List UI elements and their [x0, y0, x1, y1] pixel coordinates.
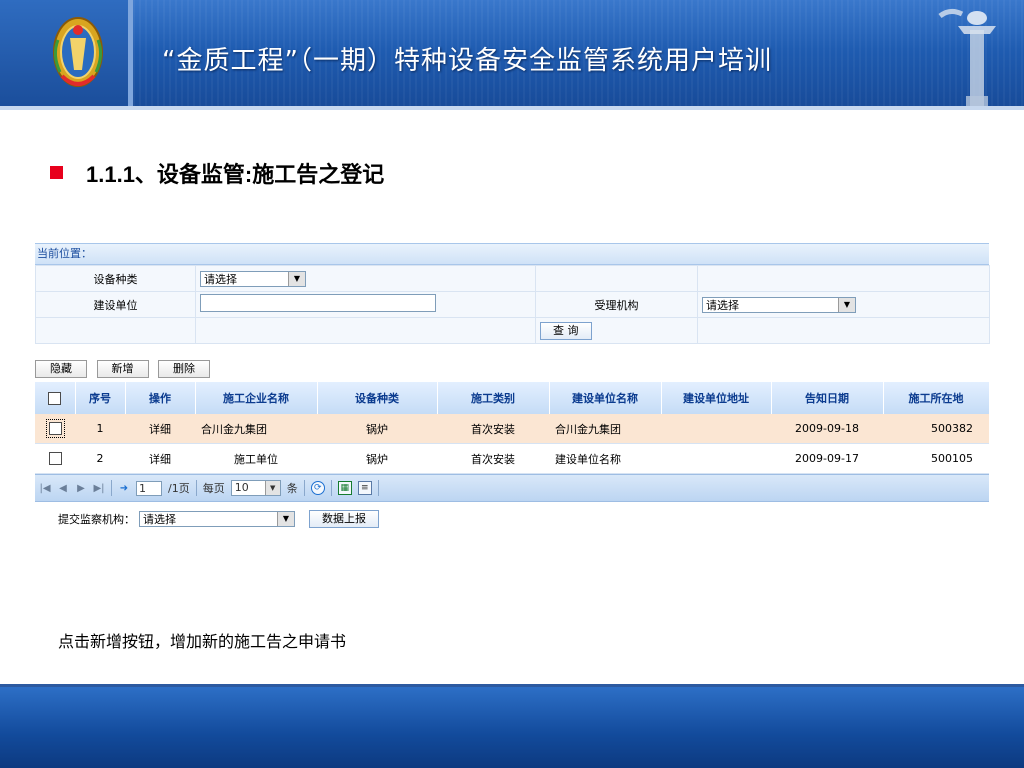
delete-button[interactable]: 删除: [158, 360, 210, 378]
col-header: 施工类别: [437, 382, 550, 414]
bullet-square-icon: [50, 166, 63, 179]
row-checkbox[interactable]: [48, 452, 62, 466]
hide-button[interactable]: 隐藏: [35, 360, 87, 378]
section-heading: 1.1.1、设备监管:施工告之登记: [86, 162, 385, 187]
detail-link[interactable]: 详细: [125, 414, 195, 444]
builder-label: 建设单位: [35, 291, 196, 318]
query-button[interactable]: 查 询: [540, 321, 592, 340]
company-cell: 合川金九集团: [195, 414, 317, 444]
date-cell: 2009-09-17: [771, 443, 883, 474]
col-header: 施工所在地: [883, 382, 990, 414]
location-bar: 当前位置：: [35, 243, 989, 265]
chevron-down-icon: ▼: [264, 481, 280, 495]
notice-grid: 序号 操作 施工企业名称 设备种类 施工类别 建设单位名称 建设单位地址 告知日…: [35, 382, 990, 474]
col-header: 告知日期: [771, 382, 884, 414]
location-cell: 500105: [883, 443, 989, 474]
divider: [377, 480, 379, 496]
divider: [195, 480, 197, 496]
action-toolbar: 隐藏 新增 删除: [35, 360, 989, 380]
emblem-panel: [0, 0, 128, 110]
refresh-icon[interactable]: ⟳: [310, 481, 325, 495]
submit-agency-select[interactable]: 请选择 ▼: [139, 511, 295, 527]
col-header: 设备种类: [317, 382, 438, 414]
builder-input[interactable]: [200, 294, 436, 312]
company-cell: 施工单位: [195, 443, 317, 474]
instruction-note: 点击新增按钮，增加新的施工告之申请书: [58, 632, 347, 651]
agency-label: 受理机构: [535, 291, 698, 318]
divider: [330, 480, 332, 496]
row-checkbox[interactable]: [45, 419, 65, 439]
seq-cell: 1: [75, 414, 125, 444]
report-data-button[interactable]: 数据上报: [309, 510, 379, 528]
per-page-label: 每页: [202, 482, 225, 495]
pagination-bar: |◀ ◀ ▶ ▶| ➜ 1 /1页 每页 10 ▼ 条 ⟳ ▦ ≡: [35, 474, 989, 502]
type-cell: 首次安装: [437, 414, 549, 444]
builder-cell: 合川金九集团: [549, 414, 661, 444]
seq-cell: 2: [75, 443, 125, 474]
filter-form: 设备种类 请选择 ▼ 建设单位 受理机构 请选择 ▼ 查 询: [35, 265, 990, 344]
prev-page-icon[interactable]: ◀: [57, 483, 69, 494]
submit-row: 提交监察机构： 请选择 ▼ 数据上报: [35, 508, 989, 530]
export-excel-icon[interactable]: ▦: [337, 481, 352, 495]
huabiao-pillar-icon: [938, 8, 996, 110]
export-document-icon[interactable]: ≡: [357, 481, 372, 495]
col-header: 序号: [75, 382, 126, 414]
equipment-cell: 锅炉: [317, 443, 437, 474]
equipment-type-select[interactable]: 请选择 ▼: [200, 270, 306, 287]
add-button[interactable]: 新增: [96, 360, 149, 378]
last-page-icon[interactable]: ▶|: [93, 483, 105, 494]
col-header: 操作: [125, 382, 196, 414]
agency-select[interactable]: 请选择 ▼: [702, 296, 856, 313]
per-page-unit: 条: [286, 482, 298, 495]
table-row[interactable]: 2 详细 施工单位 锅炉 首次安装 建设单位名称 2009-09-17 5001…: [35, 443, 989, 474]
location-cell: 500382: [883, 414, 989, 444]
construction-notice-panel: 当前位置： 设备种类 请选择 ▼ 建设单位 受理机构 请选择 ▼ 查 询 隐藏 …: [35, 243, 990, 530]
chevron-down-icon: ▼: [288, 271, 305, 286]
grid-header-row: 序号 操作 施工企业名称 设备种类 施工类别 建设单位名称 建设单位地址 告知日…: [35, 382, 990, 414]
page-number-input[interactable]: 1: [136, 480, 162, 496]
slide-header: “金质工程”（一期）特种设备安全监管系统用户培训: [0, 0, 1024, 110]
slide-title: “金质工程”（一期）特种设备安全监管系统用户培训: [162, 46, 772, 76]
divider: [111, 480, 112, 496]
chevron-down-icon: ▼: [277, 512, 294, 526]
quality-inspection-emblem-icon: [53, 17, 103, 87]
submit-agency-label: 提交监察机构：: [58, 513, 135, 526]
equipment-cell: 锅炉: [317, 414, 437, 444]
select-all-checkbox[interactable]: [48, 391, 62, 405]
page-total-label: /1页: [168, 482, 190, 495]
equipment-type-label: 设备种类: [35, 265, 196, 292]
table-row[interactable]: 1 详细 合川金九集团 锅炉 首次安装 合川金九集团 2009-09-18 50…: [35, 414, 989, 444]
date-cell: 2009-09-18: [771, 414, 883, 444]
builder-cell: 建设单位名称: [549, 443, 661, 474]
col-header: 施工企业名称: [195, 382, 318, 414]
divider: [303, 480, 305, 496]
next-page-icon[interactable]: ▶: [75, 483, 87, 494]
type-cell: 首次安装: [437, 443, 549, 474]
go-arrow-icon[interactable]: ➜: [118, 483, 130, 494]
col-header: 建设单位名称: [549, 382, 662, 414]
address-cell: [661, 443, 771, 474]
col-header: 建设单位地址: [661, 382, 772, 414]
detail-link[interactable]: 详细: [125, 443, 195, 474]
page-size-select[interactable]: 10 ▼: [230, 480, 281, 496]
first-page-icon[interactable]: |◀: [39, 483, 51, 494]
header-bottom-rule: [0, 106, 1024, 110]
address-cell: [661, 414, 771, 444]
chevron-down-icon: ▼: [838, 297, 855, 312]
slide-footer: [0, 687, 1024, 768]
